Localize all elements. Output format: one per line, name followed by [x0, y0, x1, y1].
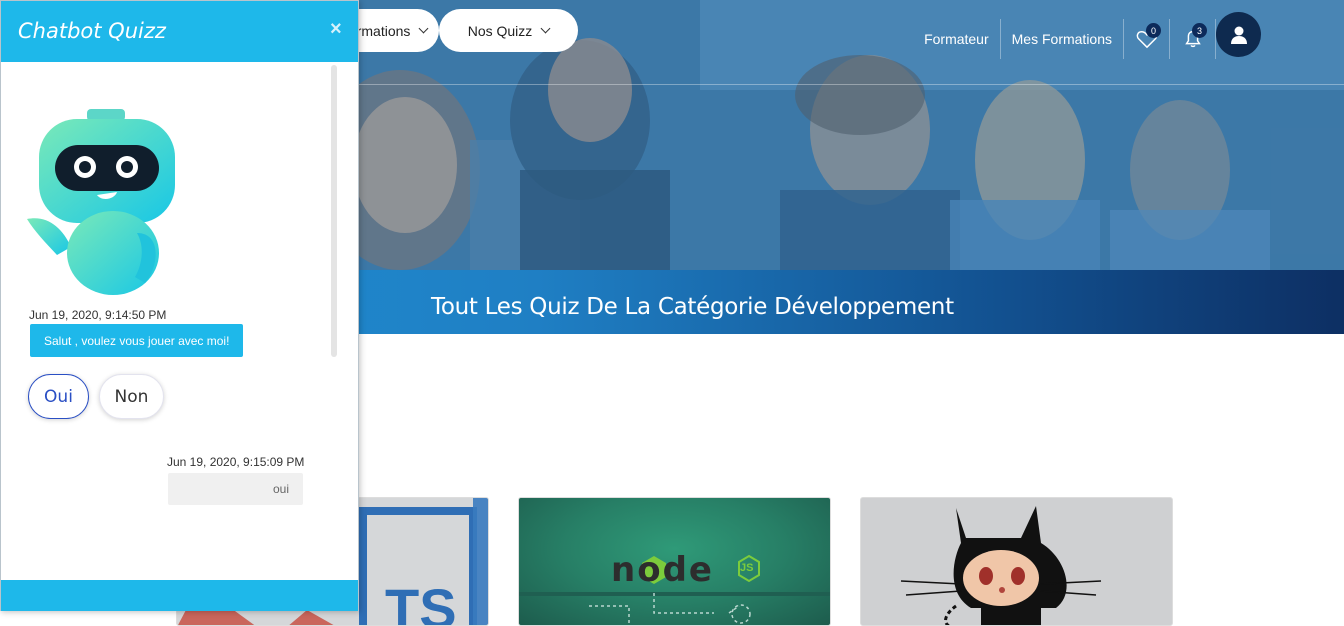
user-icon — [1230, 26, 1247, 44]
option-non-button[interactable]: Non — [99, 374, 164, 419]
wishlist-button[interactable]: 0 — [1124, 19, 1170, 59]
nav-link-mes-formations[interactable]: Mes Formations — [1001, 19, 1124, 59]
nodejs-js-label: JS — [740, 562, 754, 574]
typescript-logo-text: TS — [385, 577, 457, 626]
quiz-card-nodejs[interactable]: node JS — [518, 497, 831, 626]
chatbot-footer — [1, 580, 358, 611]
notifications-count-badge: 3 — [1192, 23, 1207, 38]
chatbot-panel: Chatbot Quizz × Jun 19, 2020, 9:14:50 PM… — [0, 0, 359, 611]
octocat-icon — [900, 506, 1102, 625]
chevron-down-icon — [418, 23, 429, 34]
nav-quizz-dropdown[interactable]: Nos Quizz — [439, 9, 578, 52]
category-title: Tout Les Quiz De La Catégorie Développem… — [431, 294, 954, 320]
nav-link-formateur[interactable]: Formateur — [913, 19, 1001, 59]
robot-avatar-icon — [27, 109, 175, 295]
chat-scrollbar[interactable] — [331, 65, 337, 357]
chevron-down-icon — [540, 23, 551, 34]
bot-message-timestamp: Jun 19, 2020, 9:14:50 PM — [29, 308, 167, 322]
nodejs-logo-text: node — [611, 550, 714, 590]
top-nav: Formateur Mes Formations 0 3 — [913, 18, 1262, 60]
user-message: oui — [168, 473, 303, 505]
user-message-timestamp: Jun 19, 2020, 9:15:09 PM — [167, 455, 305, 469]
user-avatar-button[interactable] — [1216, 12, 1261, 57]
page: Nos Formations Nos Quizz Formateur Mes F… — [0, 0, 1344, 626]
notifications-button[interactable]: 3 — [1170, 19, 1216, 59]
nav-quizz-label: Nos Quizz — [467, 22, 533, 39]
bot-message: Salut , voulez vous jouer avec moi! — [30, 324, 244, 357]
quiz-card-github[interactable] — [860, 497, 1173, 626]
close-icon[interactable]: × — [330, 18, 342, 41]
wishlist-count-badge: 0 — [1146, 23, 1161, 38]
option-oui-button[interactable]: Oui — [28, 374, 89, 419]
chatbot-title: Chatbot Quizz — [18, 19, 166, 43]
chatbot-header: Chatbot Quizz × — [1, 1, 358, 62]
